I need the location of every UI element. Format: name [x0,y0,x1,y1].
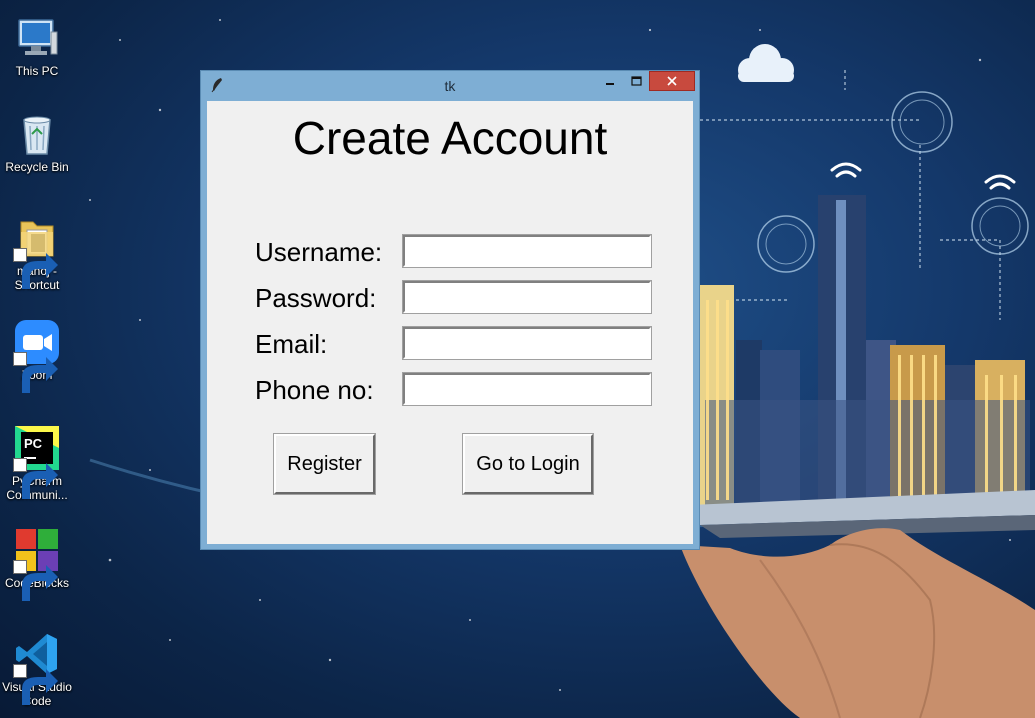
shortcut-arrow-icon [13,664,58,705]
recycle-bin-icon [23,116,51,155]
minimize-icon [606,83,614,85]
close-icon [667,76,677,86]
go-to-login-button[interactable]: Go to Login [462,433,594,495]
tk-window: tk Create Account Username: Password: Em… [200,70,700,550]
desktop-icon-this-pc[interactable]: This PC [0,14,74,78]
desktop: This PC Recycle Bin manoj - Shortcut Zoo… [0,0,1035,718]
desktop-icon-recycle-bin[interactable]: Recycle Bin [0,110,74,174]
register-button[interactable]: Register [273,433,376,495]
desktop-icon-label: Recycle Bin [5,160,69,174]
maximize-button[interactable] [623,71,649,91]
desktop-icon-vscode[interactable]: Visual Studio Code [0,630,74,708]
password-label: Password: [255,283,377,313]
email-label: Email: [255,329,328,359]
page-title: Create Account [292,112,608,164]
minimize-button[interactable] [597,71,623,91]
shortcut-arrow-icon [13,352,58,393]
phone-input[interactable] [402,372,652,406]
desktop-icon-pycharm[interactable]: PC PyCharm Communi... [0,424,74,502]
svg-text:PC: PC [24,436,43,451]
computer-icon [18,19,58,55]
window-client-area: Create Account Username: Password: Email… [207,101,693,544]
shortcut-arrow-icon [13,560,58,601]
desktop-icon-codeblocks[interactable]: CodeBlocks [0,526,74,601]
username-label: Username: [255,237,383,267]
desktop-icon-manoj-shortcut[interactable]: manoj - Shortcut [0,214,74,292]
shortcut-arrow-icon [13,458,58,499]
close-button[interactable] [649,71,695,91]
username-input[interactable] [402,234,652,268]
password-input[interactable] [402,280,652,314]
email-input[interactable] [402,326,652,360]
window-titlebar[interactable]: tk [201,71,699,101]
desktop-icon-zoom[interactable]: Zoom [0,318,74,393]
phone-label: Phone no: [255,375,374,405]
maximize-icon [630,76,642,86]
desktop-icon-label: This PC [15,64,59,78]
shortcut-arrow-icon [13,248,58,289]
